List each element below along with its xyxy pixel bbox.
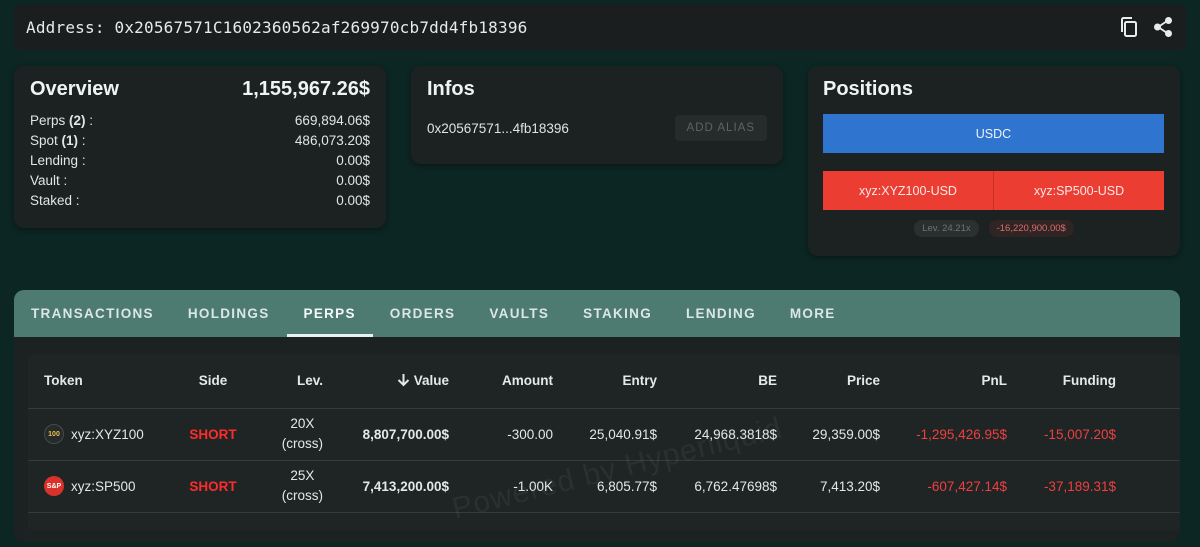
col-value[interactable]: Value [323, 354, 449, 409]
overview-row: Lending : 0.00$ [30, 151, 370, 171]
overview-row: Vault : 0.00$ [30, 171, 370, 191]
value-cell: 8,807,700.00$ [323, 408, 449, 461]
overview-row-value: 0.00$ [336, 153, 370, 168]
overview-row: Staked : 0.00$ [30, 191, 370, 211]
pnl-cell: -607,427.14$ [880, 460, 1007, 513]
lev-cell: 25X (cross) [248, 460, 323, 513]
amount-cell: -300.00 [449, 408, 553, 461]
col-be[interactable]: BE [657, 354, 777, 409]
tab-holdings[interactable]: HOLDINGS [171, 290, 287, 337]
token-name[interactable]: xyz:SP500 [71, 479, 136, 494]
address-label: Address: [26, 17, 105, 37]
overview-title: Overview [30, 78, 119, 100]
extra-cell: 32,42 [1116, 408, 1180, 461]
table-header-row: Token Side Lev. Value Amount Entry BE Pr… [28, 354, 1180, 409]
overview-row-value: 0.00$ [336, 173, 370, 188]
funding-cell: -15,007.20$ [1007, 408, 1116, 461]
be-cell: 24,968.3818$ [657, 408, 777, 461]
address-text: Address: 0x20567571C1602360562af269970cb… [26, 18, 528, 37]
sp500-token-icon: S&P [44, 476, 64, 496]
pnl-cell: -1,295,426.95$ [880, 408, 1007, 461]
overview-row-label: Lending : [30, 153, 86, 168]
overview-row: Spot (1) : 486,073.20$ [30, 131, 370, 151]
arrow-down-icon [397, 374, 410, 387]
overview-row-label: Staked : [30, 193, 80, 208]
copy-icon[interactable] [1118, 16, 1140, 38]
overview-row-value: 669,894.06$ [294, 113, 370, 128]
pnl-badge: -16,220,900.00$ [988, 220, 1074, 237]
add-alias-button[interactable]: ADD ALIAS [674, 115, 767, 141]
col-funding[interactable]: Funding [1007, 354, 1116, 409]
entry-cell: 25,040.91$ [553, 408, 657, 461]
token-name[interactable]: xyz:XYZ100 [71, 427, 144, 442]
position-usdc-bar[interactable]: USDC [823, 114, 1164, 153]
overview-card: Overview 1,155,967.26$ Perps (2) : 669,89… [14, 66, 386, 228]
share-icon[interactable] [1152, 16, 1174, 38]
positions-title: Positions [823, 78, 914, 100]
overview-row-label: Vault : [30, 173, 68, 188]
overview-total: 1,155,967.26$ [242, 78, 370, 100]
xyz100-token-icon: 100 [44, 424, 64, 444]
col-extra [1116, 354, 1180, 409]
price-cell: 7,413.20$ [777, 460, 880, 513]
tab-more[interactable]: MORE [773, 290, 853, 337]
position-shorts-bar: xyz:XYZ100-USD xyz:SP500-USD [823, 171, 1164, 210]
tab-staking[interactable]: STAKING [566, 290, 669, 337]
value-cell: 7,413,200.00$ [323, 460, 449, 513]
overview-row-label: Perps (2) : [30, 113, 94, 128]
position-short-xyz100[interactable]: xyz:XYZ100-USD [823, 171, 993, 210]
positions-card: Positions USDC xyz:XYZ100-USD xyz:SP500-… [808, 66, 1180, 256]
leverage-badge: Lev. 24.21x [914, 220, 979, 237]
col-token[interactable]: Token [28, 354, 178, 409]
address-actions [1118, 16, 1174, 38]
col-value-label: Value [413, 373, 449, 389]
infos-title: Infos [427, 78, 475, 100]
price-cell: 29,359.00$ [777, 408, 880, 461]
tab-transactions[interactable]: TRANSACTIONS [14, 290, 171, 337]
amount-cell: -1.00K [449, 460, 553, 513]
tab-vaults[interactable]: VAULTS [472, 290, 566, 337]
details-panel: TRANSACTIONS HOLDINGS PERPS ORDERS VAULTS STA… [14, 290, 1180, 542]
overview-row: Perps (2) : 669,894.06$ [30, 111, 370, 131]
entry-cell: 6,805.77$ [553, 460, 657, 513]
infos-card: Infos 0x20567571...4fb18396 ADD ALIAS [411, 66, 783, 164]
col-price[interactable]: Price [777, 354, 880, 409]
position-short-sp500[interactable]: xyz:SP500-USD [993, 171, 1164, 210]
tab-lending[interactable]: LENDING [669, 290, 773, 337]
tab-orders[interactable]: ORDERS [373, 290, 473, 337]
overview-rows: Perps (2) : 669,894.06$ Spot (1) : 486,073.… [30, 111, 370, 211]
col-amount[interactable]: Amount [449, 354, 553, 409]
table-row[interactable]: 100 xyz:XYZ100 SHORT 20X (cross) 8,807,700.00… [28, 408, 1180, 461]
col-entry[interactable]: Entry [553, 354, 657, 409]
perps-table: Token Side Lev. Value Amount Entry BE Pr… [28, 354, 1180, 513]
col-side[interactable]: Side [178, 354, 248, 409]
side-cell: SHORT [178, 460, 248, 513]
overview-row-label: Spot (1) : [30, 133, 86, 148]
overview-row-value: 0.00$ [336, 193, 370, 208]
funding-cell: -37,189.31$ [1007, 460, 1116, 513]
tab-perps[interactable]: PERPS [286, 290, 374, 337]
lev-cell: 20X (cross) [248, 408, 323, 461]
address-value: 0x20567571C1602360562af269970cb7dd4fb183… [114, 17, 528, 37]
table-row[interactable]: S&P xyz:SP500 SHORT 25X (cross) 7,413,200.00$… [28, 460, 1180, 513]
infos-short-address: 0x20567571...4fb18396 [427, 120, 569, 136]
overview-row-value: 486,073.20$ [294, 133, 370, 148]
tabs-bar: TRANSACTIONS HOLDINGS PERPS ORDERS VAULTS STA… [14, 290, 1180, 337]
col-lev[interactable]: Lev. [248, 354, 323, 409]
side-cell: SHORT [178, 408, 248, 461]
address-bar: Address: 0x20567571C1602360562af269970cb… [14, 4, 1186, 50]
extra-cell: 8,33 [1116, 460, 1180, 513]
col-pnl[interactable]: PnL [880, 354, 1007, 409]
perps-table-wrapper: Token Side Lev. Value Amount Entry BE Pr… [28, 354, 1180, 530]
be-cell: 6,762.47698$ [657, 460, 777, 513]
